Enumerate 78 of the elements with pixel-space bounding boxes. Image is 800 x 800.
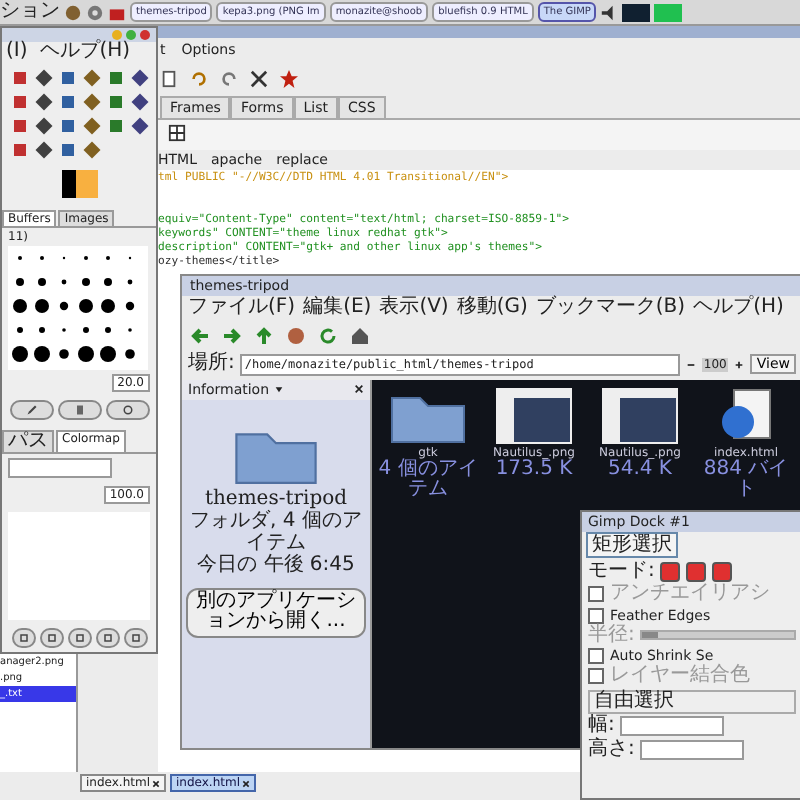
table-icon[interactable]: [168, 124, 186, 142]
folder-name: themes-tripod: [204, 487, 348, 509]
add-mode-icon[interactable]: [686, 561, 707, 582]
stop-icon[interactable]: [286, 325, 306, 345]
dropdown-arrow-icon[interactable]: [273, 384, 284, 394]
menu-item[interactable]: 表示(V): [379, 298, 449, 319]
refresh-icon-button[interactable]: [105, 399, 149, 419]
checkbox[interactable]: [588, 607, 604, 623]
open-with-button[interactable]: 別のアプリケーションから開く...: [186, 587, 366, 637]
file-info: 54.4 K: [607, 459, 672, 480]
tools-icon[interactable]: [250, 70, 268, 88]
speaker-icon[interactable]: [600, 3, 619, 21]
height-label: 高さ:: [588, 739, 635, 760]
square-icon: [45, 632, 57, 644]
close-icon[interactable]: [242, 779, 250, 787]
square-icon: [73, 632, 85, 644]
zoom-out-icon[interactable]: [685, 359, 696, 369]
memory-monitor-icon: [654, 3, 683, 21]
location-label: 場所:: [188, 353, 235, 375]
close-icon[interactable]: [354, 384, 364, 394]
subtract-mode-icon[interactable]: [712, 561, 733, 582]
zoom-in-icon[interactable]: [734, 359, 745, 369]
star-icon[interactable]: [280, 70, 298, 88]
layer-icon-button[interactable]: [11, 628, 35, 648]
undo-icon[interactable]: [190, 70, 208, 88]
delete-icon-button[interactable]: [57, 399, 101, 419]
width-field[interactable]: [620, 716, 725, 737]
close-button[interactable]: [140, 30, 150, 40]
square-icon: [101, 632, 113, 644]
document-icon[interactable]: [160, 70, 178, 88]
menu-item[interactable]: 編集(E): [303, 298, 372, 319]
checkbox-label: レイヤー結合色: [610, 666, 750, 687]
menu-item[interactable]: ファイル(F): [188, 298, 296, 319]
edit-icon-button[interactable]: [9, 399, 53, 419]
pencil-icon: [25, 403, 37, 415]
radius-slider[interactable]: [640, 630, 796, 641]
close-icon[interactable]: [152, 779, 160, 787]
checkbox[interactable]: [588, 648, 604, 664]
file-info: 173.5 K: [495, 459, 573, 480]
square-icon: [17, 632, 29, 644]
globe-icon[interactable]: [64, 3, 82, 21]
checkbox-label: アンチエイリアシ: [610, 584, 770, 605]
gear-icon[interactable]: [86, 3, 104, 21]
radius-label: 半径:: [588, 625, 635, 646]
cpu-monitor-icon: [622, 3, 651, 21]
mode-group-label: 自由選択: [588, 689, 796, 714]
back-icon[interactable]: [190, 325, 210, 345]
reload-icon[interactable]: [318, 325, 338, 345]
home-icon[interactable]: [350, 325, 370, 345]
menu-item[interactable]: ブックマーク(B): [535, 298, 686, 319]
menu-item[interactable]: (I): [6, 42, 28, 63]
color-swatch-icon[interactable]: [61, 169, 97, 197]
image-thumbnail-icon[interactable]: [600, 385, 680, 445]
file-info: 4 個のアイテム: [376, 459, 480, 501]
mode-label: モード:: [588, 561, 655, 582]
dock-tab[interactable]: 矩形選択: [586, 532, 678, 558]
image-thumbnail-icon[interactable]: [494, 385, 574, 445]
up-icon[interactable]: [254, 325, 274, 345]
width-label: 幅:: [588, 716, 615, 737]
menu-item[interactable]: ヘルプ(H): [39, 42, 131, 63]
menu-item[interactable]: 移動(G): [456, 298, 528, 319]
layer-icon-button[interactable]: [123, 628, 147, 648]
dropdown[interactable]: [8, 458, 112, 478]
square-icon: [129, 632, 141, 644]
layer-icon-button[interactable]: [95, 628, 119, 648]
menu-item[interactable]: ヘルプ(H): [693, 298, 784, 319]
height-field[interactable]: [640, 739, 745, 760]
layer-icon-button[interactable]: [39, 628, 63, 648]
dock-tab[interactable]: パス: [2, 429, 54, 452]
forward-icon[interactable]: [222, 325, 242, 345]
brush-grid-drawing[interactable]: [8, 245, 148, 369]
folder-info: フォルダ, 4 個のアイテム: [188, 509, 364, 553]
layer-icon-button[interactable]: [67, 628, 91, 648]
file-info: 884 バイト: [701, 459, 791, 501]
menu-label[interactable]: ション: [0, 1, 60, 23]
replace-mode-icon[interactable]: [660, 561, 681, 582]
folder-date: 今日の 午後 6:45: [197, 553, 355, 575]
redo-icon[interactable]: [220, 70, 238, 88]
